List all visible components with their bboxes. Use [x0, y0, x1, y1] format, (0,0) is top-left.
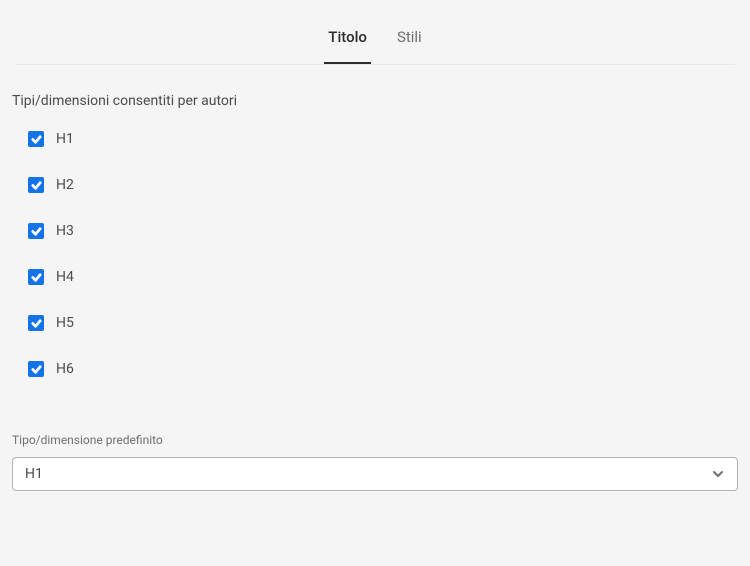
- content-area: Tipi/dimensioni consentiti per autori H1…: [0, 65, 750, 501]
- checkmark-icon: [31, 226, 42, 237]
- checkbox-h3[interactable]: [28, 223, 44, 239]
- tab-bar: Titolo Stili: [15, 0, 735, 65]
- checkbox-list: H1 H2 H3 H4 H5: [10, 131, 740, 377]
- checkbox-row-h2: H2: [28, 177, 740, 193]
- tab-titolo[interactable]: Titolo: [328, 28, 367, 64]
- checkmark-icon: [31, 272, 42, 283]
- checkbox-h2[interactable]: [28, 177, 44, 193]
- checkbox-row-h5: H5: [28, 315, 740, 331]
- checkbox-h5[interactable]: [28, 315, 44, 331]
- default-type-label: Tipo/dimensione predefinito: [10, 433, 740, 447]
- checkbox-label-h5[interactable]: H5: [56, 315, 74, 331]
- checkbox-label-h1[interactable]: H1: [56, 131, 74, 147]
- dropdown-value: H1: [25, 466, 43, 482]
- checkbox-row-h1: H1: [28, 131, 740, 147]
- checkbox-row-h3: H3: [28, 223, 740, 239]
- checkbox-row-h6: H6: [28, 361, 740, 377]
- default-type-dropdown[interactable]: H1: [12, 457, 738, 491]
- checkbox-label-h2[interactable]: H2: [56, 177, 74, 193]
- checkbox-label-h6[interactable]: H6: [56, 361, 74, 377]
- checkmark-icon: [31, 318, 42, 329]
- tab-stili[interactable]: Stili: [397, 28, 422, 64]
- checkbox-h4[interactable]: [28, 269, 44, 285]
- chevron-down-icon: [711, 467, 725, 481]
- checkbox-h1[interactable]: [28, 131, 44, 147]
- allowed-types-label: Tipi/dimensioni consentiti per autori: [10, 93, 740, 109]
- checkmark-icon: [31, 134, 42, 145]
- checkmark-icon: [31, 180, 42, 191]
- checkmark-icon: [31, 364, 42, 375]
- checkbox-row-h4: H4: [28, 269, 740, 285]
- checkbox-label-h4[interactable]: H4: [56, 269, 74, 285]
- checkbox-label-h3[interactable]: H3: [56, 223, 74, 239]
- checkbox-h6[interactable]: [28, 361, 44, 377]
